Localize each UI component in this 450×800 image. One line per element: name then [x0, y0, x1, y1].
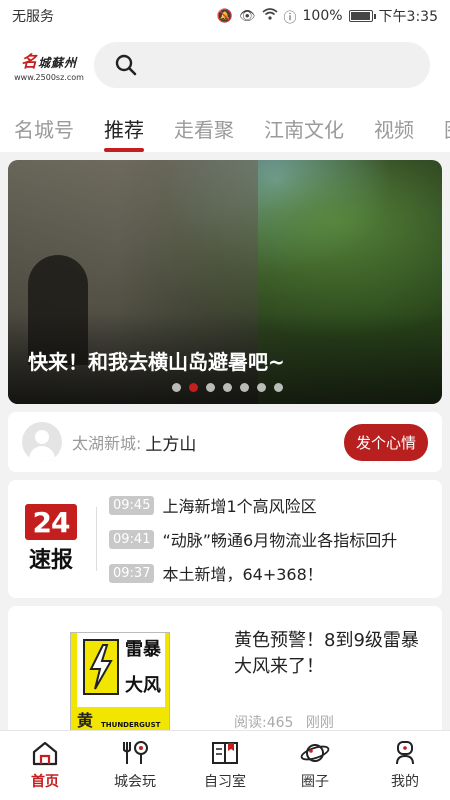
logo-mark: 名城蘇州 [20, 52, 78, 71]
flash-text: 本土新增，64+368！ [162, 565, 323, 584]
home-icon [32, 741, 58, 766]
flash-time: 09:41 [109, 529, 155, 549]
nav-label: 城会玩 [114, 774, 156, 790]
nav-home[interactable]: 首页 [0, 731, 90, 800]
carousel-dot[interactable] [240, 383, 249, 392]
warning-image: 雷 暴 大 风 黄 THUNDERGUST [70, 632, 170, 736]
warning-char: 暴 [143, 639, 161, 660]
tab-partial[interactable]: 图 [444, 98, 450, 143]
flash-time: 09:37 [109, 563, 155, 583]
nav-label: 我的 [391, 774, 419, 790]
flash-logo-word: 速报 [28, 548, 73, 573]
tab-video[interactable]: 视频 [374, 98, 414, 152]
book-icon [212, 742, 238, 764]
flash-item[interactable]: 09:41 “动脉”畅通6月物流业各指标回升 [109, 527, 397, 551]
flash-text: “动脉”畅通6月物流业各指标回升 [162, 531, 398, 550]
article-time: 刚刚 [305, 715, 334, 731]
carousel-dot[interactable] [172, 383, 181, 392]
article-card[interactable]: 雷 暴 大 风 黄 THUNDERGUST 黄色预警！8到9级雷暴大风来了！ 阅… [8, 606, 442, 736]
status-indicators: 🔕 👁 ⓘ 100% 下午3:35 [217, 6, 438, 26]
flash-logo: 24 速报 [20, 504, 82, 574]
flash-time: 09:45 [109, 495, 155, 515]
tab-zoukanju[interactable]: 走看聚 [174, 98, 234, 152]
logo-url: www.2500sz.com [14, 73, 84, 82]
alert-icon: ⓘ [283, 10, 297, 26]
lightning-icon [83, 639, 119, 695]
planet-icon [300, 744, 330, 762]
news-flash-card[interactable]: 24 速报 09:45 上海新增1个高风险区 09:41 “动脉”畅通6月物流业… [8, 480, 442, 598]
flash-text: 上海新增1个高风险区 [162, 497, 317, 516]
nav-mine[interactable]: 我的 [360, 731, 450, 800]
banner-carousel[interactable]: 快来！和我去横山岛避暑吧~ [8, 160, 442, 404]
dining-icon [123, 741, 148, 764]
nav-label: 自习室 [204, 774, 246, 790]
app-logo[interactable]: 名城蘇州 www.2500sz.com [14, 45, 84, 85]
battery-icon [348, 10, 376, 22]
article-title: 黄色预警！8到9级雷暴大风来了！ [234, 630, 419, 677]
battery-percent: 100% [302, 8, 343, 24]
mood-place: 太湖新城: [72, 434, 142, 453]
mood-card: 太湖新城: 上方山 发个心情 [8, 412, 442, 472]
bottom-nav: 首页 城会玩 自习室 圈子 我的 [0, 730, 450, 800]
category-tabs: 名城号 推荐 走看聚 江南文化 视频 图 [0, 98, 450, 152]
tab-mingchenghao[interactable]: 名城号 [14, 98, 74, 152]
article-meta: 阅读:465 刚刚 [234, 712, 334, 732]
warning-char: 大 [125, 675, 143, 696]
carousel-indicator [172, 383, 283, 392]
battery-fill [350, 12, 370, 20]
search-icon [115, 54, 137, 76]
carrier-label: 无服务 [12, 9, 54, 25]
wifi-icon [261, 8, 278, 24]
banner-title: 快来！和我去横山岛避暑吧~ [28, 350, 285, 374]
carousel-dot[interactable] [189, 383, 198, 392]
carousel-dot[interactable] [274, 383, 283, 392]
flash-item[interactable]: 09:45 上海新增1个高风险区 [109, 493, 397, 517]
warning-image-panel: 雷 暴 大 风 [77, 633, 165, 707]
nav-chenghuiwan[interactable]: 城会玩 [90, 731, 180, 800]
tab-recommend[interactable]: 推荐 [104, 98, 144, 152]
search-input[interactable] [148, 56, 408, 74]
carousel-dot[interactable] [257, 383, 266, 392]
nav-study-room[interactable]: 自习室 [180, 731, 270, 800]
clock: 下午3:35 [378, 9, 438, 25]
mood-name: 上方山 [145, 434, 197, 455]
flash-list: 09:45 上海新增1个高风险区 09:41 “动脉”畅通6月物流业各指标回升 … [109, 493, 397, 585]
flash-item[interactable]: 09:37 本土新增，64+368！ [109, 561, 397, 585]
eye-icon: 👁 [238, 8, 256, 24]
nav-label: 首页 [31, 774, 59, 790]
warning-char: 雷 [125, 639, 143, 660]
flash-logo-number: 24 [25, 504, 77, 540]
warning-en-label: THUNDERGUST [101, 721, 161, 729]
nav-label: 圈子 [301, 774, 329, 790]
nav-circle[interactable]: 圈子 [270, 731, 360, 800]
carousel-dot[interactable] [223, 383, 232, 392]
avatar[interactable] [22, 422, 62, 462]
tab-jiangnan-culture[interactable]: 江南文化 [264, 98, 344, 152]
flash-divider [96, 507, 97, 571]
profile-icon [396, 741, 414, 765]
carousel-dot[interactable] [206, 383, 215, 392]
app-header: 名城蘇州 www.2500sz.com [0, 32, 450, 98]
status-bar: 无服务 🔕 👁 ⓘ 100% 下午3:35 [0, 0, 450, 32]
post-mood-button[interactable]: 发个心情 [343, 423, 428, 461]
article-reads: 阅读:465 [234, 715, 294, 731]
warning-char: 风 [143, 675, 161, 696]
search-bar[interactable] [94, 42, 430, 88]
mute-icon: 🔕 [216, 8, 233, 24]
